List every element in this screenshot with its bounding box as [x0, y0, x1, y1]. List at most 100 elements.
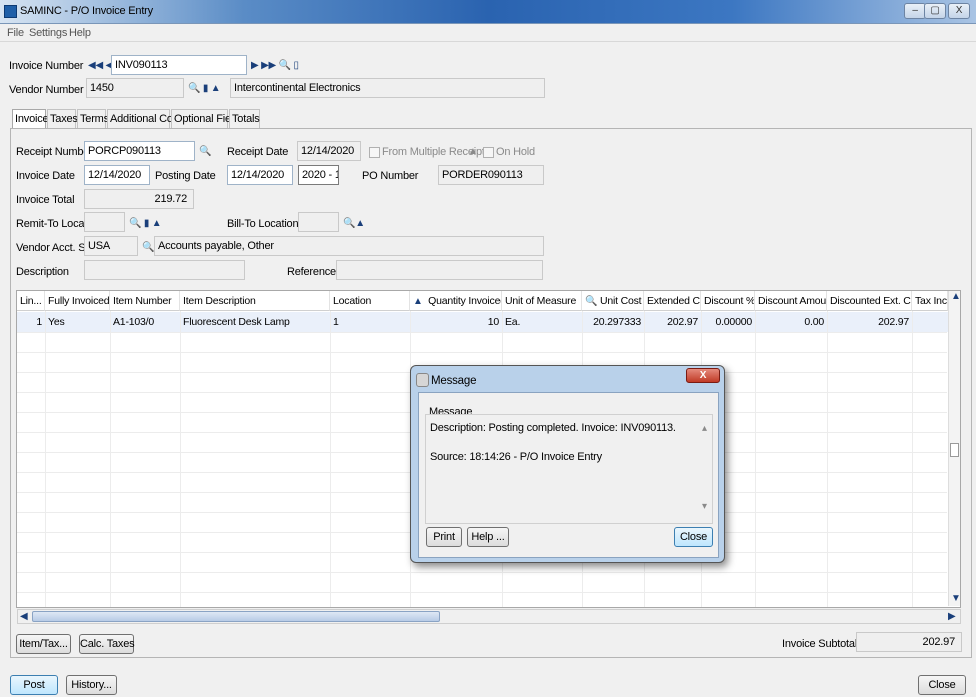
grid-horizontal-scrollbar[interactable]: ◀ ▶	[17, 609, 961, 624]
from-multiple-receipts-box[interactable]	[369, 146, 380, 158]
invoice-total-label: Invoice Total	[16, 194, 75, 206]
col-location[interactable]: Location	[330, 291, 410, 311]
vendor-finder-icons[interactable]: 🔍 ▮ ▲	[188, 83, 221, 94]
tab-taxes[interactable]: Taxes	[47, 109, 78, 128]
menu-file[interactable]: File	[7, 27, 24, 39]
receipt-number-label: Receipt Number	[16, 146, 93, 158]
invoice-date-field[interactable]: 12/14/2020	[84, 165, 150, 185]
receipt-date-label: Receipt Date	[227, 146, 289, 158]
receipt-number-field[interactable]: PORCP090113	[84, 141, 195, 161]
invoice-subtotal-field: 202.97	[856, 632, 962, 652]
vendor-acct-set-field[interactable]: USA	[84, 236, 138, 256]
dialog-close-x-button[interactable]: X	[686, 368, 720, 383]
dialog-close-button[interactable]: Close	[674, 527, 713, 547]
dialog-print-button[interactable]: Print	[426, 527, 462, 547]
grid-line	[827, 311, 828, 607]
message-scroll-down-icon[interactable]: ▾	[702, 501, 707, 512]
window-close-button[interactable]: X	[948, 3, 970, 19]
year-period-field[interactable]: 2020 - 12	[298, 165, 339, 185]
col-discount-pct[interactable]: Discount %	[701, 291, 755, 311]
vendor-number-field[interactable]: 1450	[86, 78, 184, 98]
cell-item-description[interactable]: Fluorescent Desk Lamp	[180, 312, 330, 332]
cell-fully-invoiced[interactable]: Yes	[45, 312, 110, 332]
tab-totals[interactable]: Totals	[229, 109, 260, 128]
col-discount-amount[interactable]: Discount Amount	[755, 291, 827, 311]
vendor-acct-set-label: Vendor Acct. Set	[16, 242, 95, 254]
zoom-up-icon[interactable]: ▲	[468, 146, 478, 157]
cell-discount-amount[interactable]: 0.00	[755, 312, 827, 332]
scroll-right-icon[interactable]: ▶	[948, 611, 956, 622]
remit-to-location-field[interactable]	[84, 212, 125, 232]
menu-settings[interactable]: Settings	[29, 27, 67, 39]
cell-discount-pct[interactable]: 0.00000	[701, 312, 755, 332]
reference-field[interactable]	[336, 260, 543, 280]
col-item-description[interactable]: Item Description	[180, 291, 330, 311]
cell-item-number[interactable]: A1-103/0	[110, 312, 180, 332]
invoice-number-field[interactable]: INV090113	[111, 55, 247, 75]
vendor-acct-set-finder-icon[interactable]: 🔍	[142, 242, 154, 253]
col-fully-invoiced[interactable]: Fully Invoiced	[45, 291, 110, 311]
grid-line	[180, 311, 181, 607]
minimize-button[interactable]: –	[904, 3, 926, 19]
col-item-number[interactable]: Item Number	[110, 291, 180, 311]
bill-to-finder-icons[interactable]: 🔍▲	[343, 218, 365, 229]
col-extended-cost[interactable]: Extended Cost	[644, 291, 701, 311]
on-hold-label: On Hold	[496, 146, 535, 158]
horizontal-scroll-thumb[interactable]	[32, 611, 440, 622]
cell-quantity[interactable]: 10	[410, 312, 502, 332]
post-button[interactable]: Post	[10, 675, 58, 695]
message-scroll-up-icon[interactable]: ▴	[702, 423, 707, 434]
uom-finder-icon[interactable]: 🔍	[585, 296, 597, 307]
menu-help[interactable]: Help	[69, 27, 91, 39]
col-line[interactable]: Lin...	[17, 291, 45, 311]
cell-discounted-ext-cost[interactable]: 202.97	[827, 312, 912, 332]
scroll-left-icon[interactable]: ◀	[20, 611, 28, 622]
vertical-scroll-thumb[interactable]	[950, 443, 959, 457]
window-titlebar: SAMINC - P/O Invoice Entry – ▢ X	[0, 0, 976, 24]
col-tax-included[interactable]: Tax Inclu	[912, 291, 948, 311]
invoice-total-field[interactable]: 219.72	[84, 189, 194, 209]
item-tax-button[interactable]: Item/Tax...	[16, 634, 71, 654]
history-button[interactable]: History...	[66, 675, 117, 695]
grid-row-line	[17, 352, 947, 353]
cell-line[interactable]: 1	[17, 312, 45, 332]
grid-line	[45, 311, 46, 607]
posting-date-field[interactable]: 12/14/2020	[227, 165, 293, 185]
close-button[interactable]: Close	[918, 675, 966, 695]
message-text-area[interactable]: Description: Posting completed. Invoice:…	[425, 414, 713, 524]
dialog-body: Message Description: Posting completed. …	[418, 392, 719, 558]
col-quantity-invoiced[interactable]: ▲ Quantity Invoiced	[410, 291, 502, 311]
vendor-number-label: Vendor Number	[9, 84, 84, 96]
calc-taxes-button[interactable]: Calc. Taxes	[79, 634, 135, 654]
tab-optional-fields[interactable]: Optional Fields	[171, 109, 245, 128]
bill-to-location-field[interactable]	[298, 212, 339, 232]
remit-to-finder-icons[interactable]: 🔍 ▮ ▲	[129, 218, 162, 229]
maximize-button[interactable]: ▢	[924, 3, 946, 19]
nav-first-prev-icon[interactable]: ◀◀ ◀	[88, 60, 113, 71]
cell-unit-cost[interactable]: 20.297333	[582, 312, 644, 332]
app-icon	[4, 5, 17, 18]
scroll-down-icon[interactable]: ▼	[951, 593, 961, 604]
invoice-date-label: Invoice Date	[16, 170, 75, 182]
on-hold-box[interactable]	[483, 146, 494, 158]
tab-additional-costs[interactable]: Additional Costs	[107, 109, 186, 128]
dialog-app-icon	[416, 373, 429, 387]
on-hold-checkbox[interactable]: On Hold	[483, 146, 535, 158]
message-source: Source: 18:14:26 - P/O Invoice Entry	[430, 451, 602, 463]
dialog-help-button[interactable]: Help ...	[467, 527, 509, 547]
window-title: SAMINC - P/O Invoice Entry	[20, 5, 153, 17]
cell-extended-cost[interactable]: 202.97	[644, 312, 701, 332]
tab-terms[interactable]: Terms	[77, 109, 109, 128]
grid-vertical-scrollbar[interactable]: ▲ ▼	[948, 291, 961, 606]
tab-invoice[interactable]: Invoice	[12, 109, 49, 130]
receipt-finder-icon[interactable]: 🔍	[199, 146, 211, 157]
nav-next-last-icon[interactable]: ▶ ▶▶ 🔍 ▯	[251, 60, 299, 71]
cell-location[interactable]: 1	[330, 312, 410, 332]
col-unit-of-measure[interactable]: Unit of Measure	[502, 291, 582, 311]
cell-tax-included[interactable]	[912, 312, 948, 332]
scroll-up-icon[interactable]: ▲	[951, 291, 961, 302]
cell-uom[interactable]: Ea.	[502, 312, 582, 332]
col-unit-cost[interactable]: 🔍 Unit Cost	[582, 291, 644, 311]
description-field[interactable]	[84, 260, 245, 280]
col-discounted-ext-cost[interactable]: Discounted Ext. Cost	[827, 291, 912, 311]
